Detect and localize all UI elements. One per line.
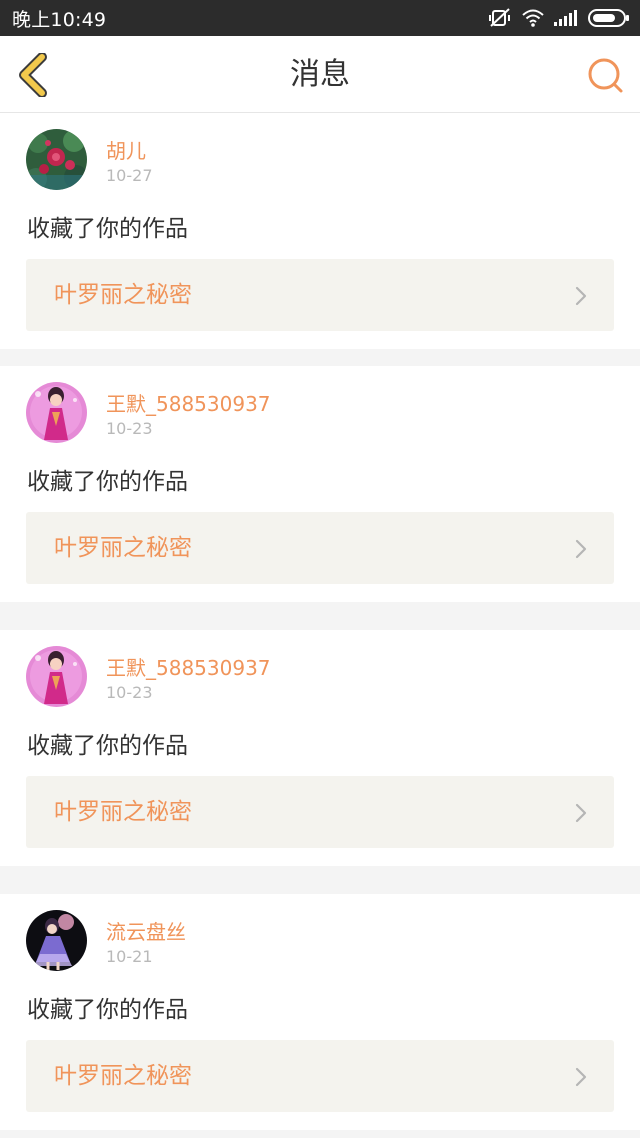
battery-icon bbox=[588, 9, 630, 27]
avatar[interactable] bbox=[26, 382, 87, 443]
avatar[interactable] bbox=[26, 646, 87, 707]
chevron-right-icon bbox=[575, 803, 587, 823]
status-time: 晚上10:49 bbox=[12, 8, 107, 31]
pink-doll-avatar-image bbox=[26, 382, 87, 443]
message-action: 收藏了你的作品 bbox=[27, 216, 188, 242]
message-card: 王默_588530937 10-23 收藏了你的作品 叶罗丽之秘密 bbox=[0, 630, 640, 866]
work-title: 叶罗丽之秘密 bbox=[54, 799, 192, 825]
page-title: 消息 bbox=[290, 57, 350, 92]
header: 消息 bbox=[0, 36, 640, 113]
search-button[interactable] bbox=[584, 54, 626, 96]
work-link[interactable]: 叶罗丽之秘密 bbox=[26, 1040, 614, 1112]
user-name[interactable]: 胡儿 bbox=[106, 135, 146, 164]
message-action: 收藏了你的作品 bbox=[27, 469, 188, 495]
work-link[interactable]: 叶罗丽之秘密 bbox=[26, 776, 614, 848]
message-list: 胡儿 10-27 收藏了你的作品 叶罗丽之秘密 王默_588530937 10-… bbox=[0, 113, 640, 1138]
pink-doll-avatar-image bbox=[26, 646, 87, 707]
dark-doll-avatar-image bbox=[26, 910, 87, 971]
work-title: 叶罗丽之秘密 bbox=[54, 282, 192, 308]
chevron-right-icon bbox=[575, 286, 587, 306]
system-icons bbox=[488, 0, 630, 36]
message-date: 10-23 bbox=[106, 419, 153, 438]
chevron-right-icon bbox=[575, 1067, 587, 1087]
user-name[interactable]: 王默_588530937 bbox=[106, 652, 271, 681]
status-bar: 晚上10:49 bbox=[0, 0, 640, 36]
flower-avatar-image bbox=[26, 129, 87, 190]
chevron-right-icon bbox=[575, 539, 587, 559]
message-date: 10-27 bbox=[106, 166, 153, 185]
muted-vibrate-icon bbox=[488, 7, 512, 29]
user-name[interactable]: 王默_588530937 bbox=[106, 388, 271, 417]
wifi-icon bbox=[522, 9, 544, 27]
work-title: 叶罗丽之秘密 bbox=[54, 1063, 192, 1089]
avatar[interactable] bbox=[26, 910, 87, 971]
message-action: 收藏了你的作品 bbox=[27, 997, 188, 1023]
avatar[interactable] bbox=[26, 129, 87, 190]
message-card: 胡儿 10-27 收藏了你的作品 叶罗丽之秘密 bbox=[0, 113, 640, 349]
search-icon bbox=[588, 58, 623, 93]
message-date: 10-23 bbox=[106, 683, 153, 702]
message-card: 流云盘丝 10-21 收藏了你的作品 叶罗丽之秘密 bbox=[0, 894, 640, 1130]
message-action: 收藏了你的作品 bbox=[27, 733, 188, 759]
message-card: 王默_588530937 10-23 收藏了你的作品 叶罗丽之秘密 bbox=[0, 366, 640, 602]
work-link[interactable]: 叶罗丽之秘密 bbox=[26, 512, 614, 584]
work-title: 叶罗丽之秘密 bbox=[54, 535, 192, 561]
signal-icon bbox=[554, 10, 578, 26]
user-name[interactable]: 流云盘丝 bbox=[106, 916, 186, 945]
message-date: 10-21 bbox=[106, 947, 153, 966]
work-link[interactable]: 叶罗丽之秘密 bbox=[26, 259, 614, 331]
